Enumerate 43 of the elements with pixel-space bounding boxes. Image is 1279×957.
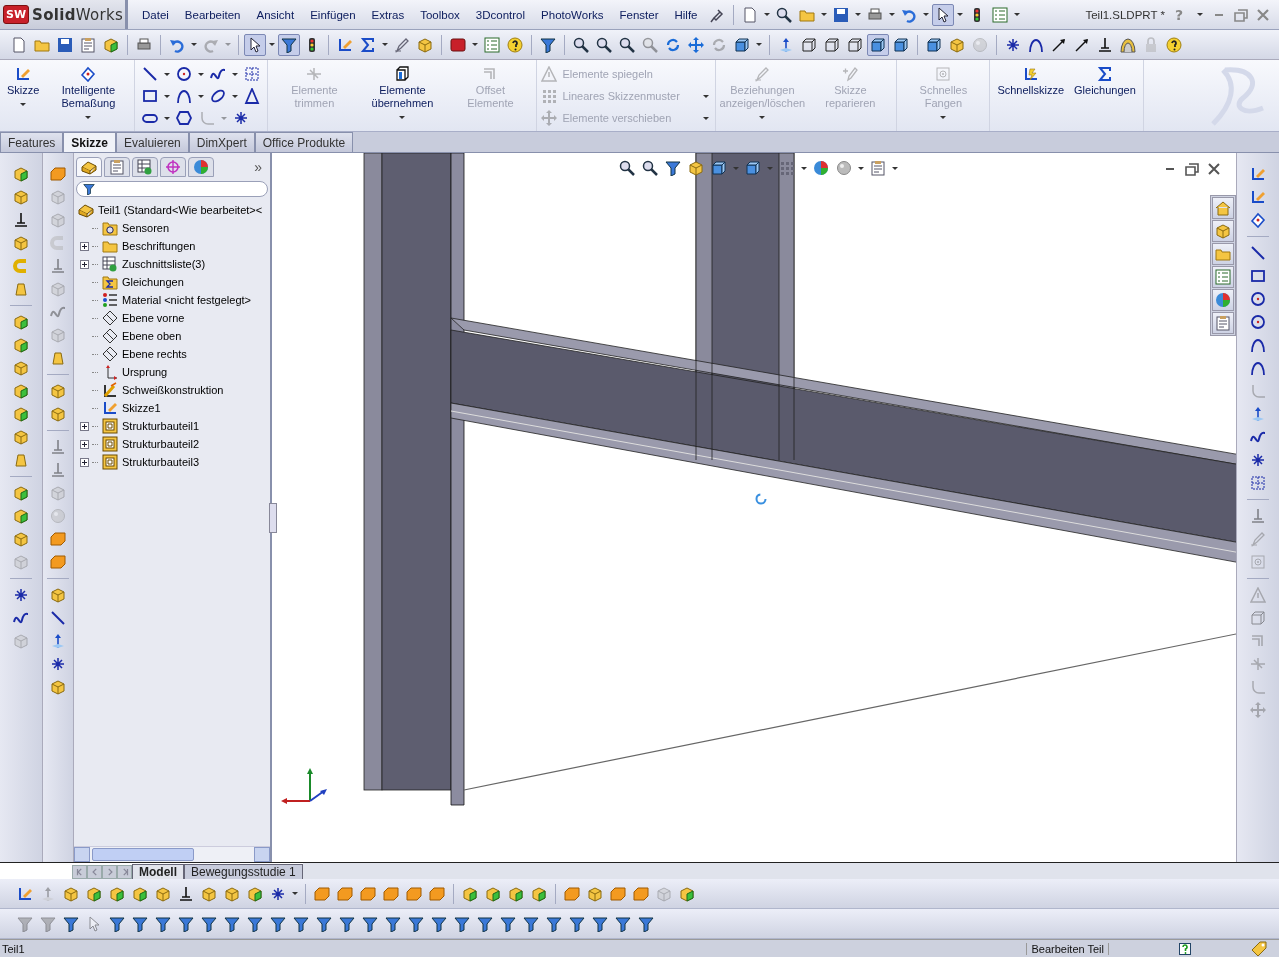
tree-item[interactable]: Strukturbauteil3 [100,454,202,470]
tree-item[interactable]: Schweißkonstruktion [100,382,226,398]
tree-item[interactable]: Sensoren [100,220,172,236]
tree-item[interactable]: Ebene vorne [100,310,187,326]
menu-item[interactable]: Hilfe [666,8,706,21]
tree-item[interactable]: Zuschnittsliste(3) [100,256,208,272]
menu-item[interactable]: Datei [134,8,177,21]
tree-item[interactable]: Ursprung [100,364,170,380]
menu-item[interactable]: Ansicht [248,8,303,21]
tab[interactable]: Skizze [63,132,117,152]
tree-item[interactable]: Material <nicht festgelegt> [100,292,254,308]
menu-item[interactable]: PhotoWorks [533,8,612,21]
more-button[interactable]: » [248,158,268,176]
tab[interactable]: Features [0,132,64,152]
logo-badge: SW [3,5,30,24]
status-text: Bearbeiten Teil [1026,942,1109,955]
ribbon-button[interactable]: Skizze [4,64,43,108]
tree-item[interactable]: Gleichungen [100,274,186,290]
ribbon-button[interactable]: Intelligente Bemaßung [46,64,131,121]
app-name: SolidWorks [32,5,123,24]
menu-item[interactable]: Toolbox [412,8,468,21]
tree-item[interactable]: Skizze1 [100,400,163,416]
menu-item[interactable]: Extras [363,8,413,21]
tab[interactable]: Modell [132,864,184,879]
menu-item[interactable]: 3Dcontrol [467,8,534,21]
tree-item[interactable]: Ebene rechts [100,346,189,362]
tab[interactable]: DimXpert [188,132,255,152]
menu-item[interactable]: Fenster [611,8,667,21]
ribbon-button[interactable]: Elemente übernehmen [360,64,445,121]
menu-item[interactable]: Einfügen [302,8,364,21]
tree-item[interactable]: Teil1 (Standard<Wie bearbeitet>< [76,202,265,218]
tree-item[interactable]: Strukturbauteil2 [100,436,202,452]
tree-item[interactable]: Beschriftungen [100,238,198,254]
tree-item[interactable]: Ebene oben [100,328,184,344]
menu-item[interactable]: Bearbeiten [176,8,249,21]
status-text: Teil1 [1,942,26,955]
ribbon-button[interactable]: Schnellskizze [994,64,1068,99]
tab[interactable]: Evaluieren [116,132,189,152]
ribbon-button[interactable]: Gleichungen [1071,64,1139,99]
window-title: Teil1.SLDPRT * [1084,8,1166,21]
tab[interactable]: Office Produkte [254,132,354,152]
tab[interactable]: Bewegungsstudie 1 [184,864,303,879]
tree-item[interactable]: Strukturbauteil1 [100,418,202,434]
